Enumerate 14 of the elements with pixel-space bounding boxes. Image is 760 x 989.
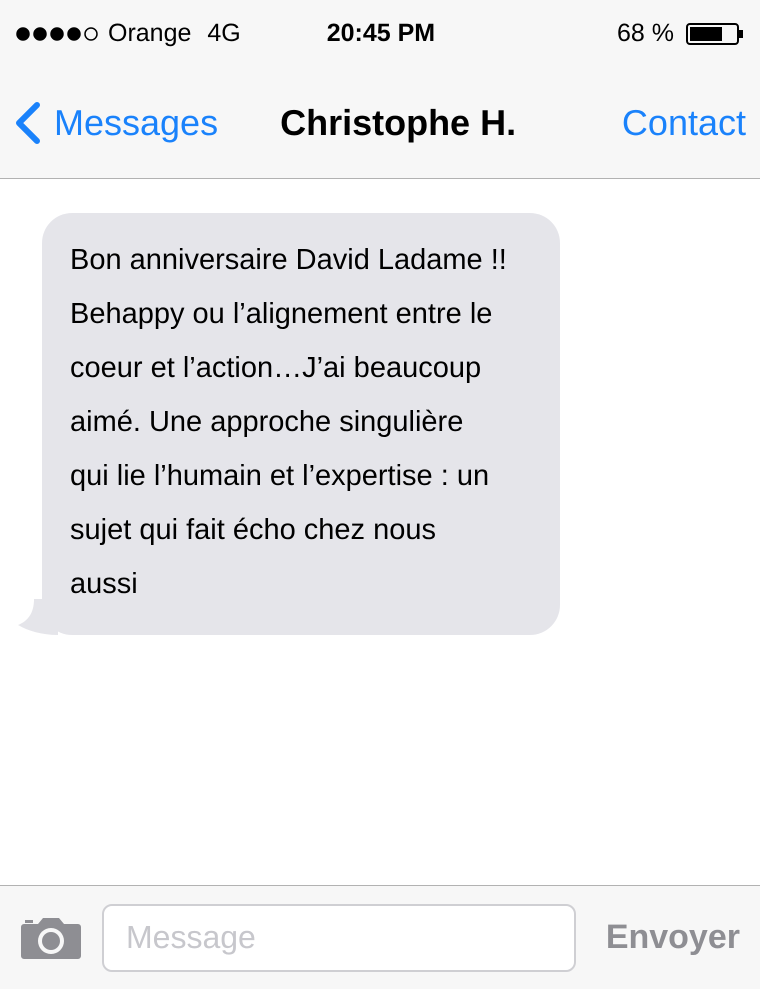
status-time: 20:45 PM	[326, 18, 436, 50]
carrier-name: Orange	[108, 18, 192, 50]
message-bubble: Bon anniversaire David Ladame !! Behappy ou l’alignement entre le coeur et l’action…J’ai beaucoup aimé. Une approche singulière qui lie l’humain et l’expertise : un sujet qui fait écho chez nous aussi	[42, 213, 560, 635]
conversation-title: Christophe H.	[280, 101, 516, 145]
chevron-left-icon	[14, 102, 40, 144]
signal-icon	[16, 27, 98, 41]
message-field[interactable]: Message	[102, 904, 576, 972]
battery-percent: 68 %	[617, 18, 674, 50]
bubble-tail-icon	[18, 599, 58, 635]
contact-button[interactable]: Contact	[622, 96, 746, 150]
camera-icon[interactable]	[20, 916, 82, 960]
back-button[interactable]: Messages	[14, 96, 218, 150]
network-type: 4G	[207, 18, 241, 50]
battery-icon	[686, 23, 744, 45]
